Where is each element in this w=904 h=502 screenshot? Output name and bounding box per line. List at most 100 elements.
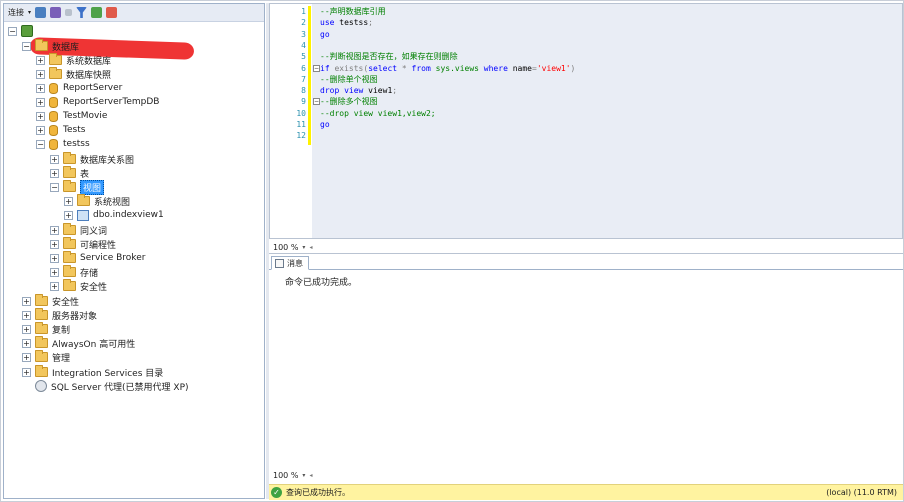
folder-icon: [35, 322, 48, 334]
connect-dropdown-icon[interactable]: ▾: [28, 9, 31, 16]
folder-icon: [35, 336, 48, 348]
folder-icon: [63, 251, 76, 263]
folder-icon: [35, 39, 48, 51]
connect-object-explorer-icon[interactable]: [35, 7, 47, 18]
tree-node-tests[interactable]: + Tests: [36, 123, 85, 137]
tree-node-service-broker[interactable]: + Service Broker: [50, 251, 145, 265]
database-icon: [49, 82, 58, 94]
chevron-down-icon[interactable]: ▾: [302, 472, 305, 479]
server-icon: [21, 25, 33, 37]
line-number-gutter: 1 2 3 4 5 6 7 8 9 10 11 12: [270, 4, 308, 238]
code-line: if exists(select * from sys.views where …: [320, 63, 576, 73]
expand-icon[interactable]: +: [36, 111, 45, 121]
filter-icon[interactable]: [76, 7, 88, 18]
folder-icon: [63, 223, 76, 235]
expand-icon[interactable]: +: [50, 168, 59, 178]
expand-icon[interactable]: +: [64, 210, 73, 220]
expand-icon[interactable]: +: [22, 310, 31, 320]
view-icon: [77, 209, 89, 221]
expand-icon[interactable]: +: [36, 55, 45, 65]
connect-button[interactable]: 连接: [8, 7, 24, 18]
code-line: --drop view view1,view2;: [320, 108, 436, 118]
tree-node-reportservertempdb[interactable]: + ReportServerTempDB: [36, 95, 159, 109]
expand-icon[interactable]: +: [50, 225, 59, 235]
tree-node-views[interactable]: − 视图: [50, 179, 105, 195]
database-icon: [49, 138, 58, 150]
tab-messages[interactable]: 消息: [271, 256, 309, 270]
expand-icon[interactable]: +: [50, 253, 59, 263]
code-line: --删除单个视图: [320, 74, 378, 84]
tree-node-system-views[interactable]: + 系统视图: [64, 194, 130, 208]
chevron-down-icon[interactable]: ▾: [302, 244, 305, 251]
editor-zoom-bar: 100 % ▾ ◂: [269, 241, 903, 253]
expand-icon[interactable]: +: [22, 296, 31, 306]
expand-icon[interactable]: +: [50, 281, 59, 291]
folder-icon: [63, 180, 76, 192]
code-area[interactable]: --声明数据库引用 use testss; go --判断视图是否存在，如果存在…: [312, 4, 902, 238]
database-icon: [49, 124, 58, 136]
tree-node-security[interactable]: + 安全性: [22, 294, 79, 308]
folder-icon: [63, 166, 76, 178]
scroll-left-icon[interactable]: ◂: [309, 472, 312, 479]
tree-node-database-snapshots[interactable]: + 数据库快照: [36, 67, 111, 81]
tree-node-database-diagrams[interactable]: + 数据库关系图: [50, 152, 134, 166]
expand-icon[interactable]: +: [50, 267, 59, 277]
tree-node-programmability[interactable]: + 可编程性: [50, 237, 116, 251]
fold-toggle-icon[interactable]: −: [313, 64, 320, 72]
message-text: 命令已成功完成。: [285, 278, 358, 288]
folder-icon: [63, 237, 76, 249]
folder-icon: [35, 308, 48, 320]
tree-node-testmovie[interactable]: + TestMovie: [36, 109, 107, 123]
tree-node-replication[interactable]: + 复制: [22, 322, 70, 336]
success-check-icon: ✓: [271, 487, 282, 498]
expand-icon[interactable]: +: [50, 239, 59, 249]
tree-node-server-objects[interactable]: + 服务器对象: [22, 308, 97, 322]
tree-node-sql-agent[interactable]: SQL Server 代理(已禁用代理 XP): [22, 379, 189, 393]
collapse-icon[interactable]: −: [8, 26, 17, 36]
expand-icon[interactable]: +: [22, 367, 31, 377]
expand-icon[interactable]: +: [64, 196, 73, 206]
query-status-text: 查询已成功执行。: [286, 488, 350, 497]
tree-node-storage[interactable]: + 存储: [50, 265, 98, 279]
server-info: (local) (11.0 RTM): [826, 488, 897, 497]
results-zoom-select[interactable]: 100 %: [273, 471, 298, 480]
tree-node-testss[interactable]: − testss: [36, 137, 90, 151]
object-explorer-panel: 连接 ▾ − − 数据库 + 系统数据库 + 数据库快照 + ReportSer…: [3, 3, 265, 499]
tree-node-management[interactable]: + 管理: [22, 350, 70, 364]
stop-icon[interactable]: [65, 9, 73, 16]
expand-icon[interactable]: +: [36, 83, 45, 93]
folder-icon: [49, 67, 62, 79]
tree-node-server[interactable]: −: [8, 24, 37, 38]
tree-node-integration-services[interactable]: + Integration Services 目录: [22, 365, 163, 379]
scroll-left-icon[interactable]: ◂: [309, 244, 312, 251]
sql-agent-icon: [35, 380, 47, 392]
tree-node-indexview1[interactable]: + dbo.indexview1: [64, 208, 164, 222]
tree-node-databases[interactable]: − 数据库: [22, 39, 79, 53]
expand-icon[interactable]: +: [36, 69, 45, 79]
results-tabs: 消息: [269, 254, 903, 270]
disconnect-icon[interactable]: [50, 7, 62, 18]
fold-toggle-icon[interactable]: −: [313, 98, 320, 106]
collapse-icon[interactable]: −: [50, 182, 59, 192]
database-icon: [49, 96, 58, 108]
expand-icon[interactable]: +: [22, 324, 31, 334]
tree-node-synonyms[interactable]: + 同义词: [50, 223, 107, 237]
collapse-icon[interactable]: −: [22, 41, 31, 51]
tree-node-alwayson[interactable]: + AlwaysOn 高可用性: [22, 336, 135, 350]
query-editor[interactable]: 1 2 3 4 5 6 7 8 9 10 11 12 --声明数据库引用 use…: [269, 3, 903, 239]
refresh-icon[interactable]: [91, 7, 103, 18]
expand-icon[interactable]: +: [36, 125, 45, 135]
tree-node-reportserver[interactable]: + ReportServer: [36, 81, 122, 95]
expand-icon[interactable]: +: [36, 97, 45, 107]
folder-icon: [63, 279, 76, 291]
code-line: --声明数据库引用: [320, 7, 386, 16]
expand-icon[interactable]: +: [22, 352, 31, 362]
tree-node-tables[interactable]: + 表: [50, 166, 89, 180]
tree-node-db-security[interactable]: + 安全性: [50, 279, 107, 293]
tree-node-system-databases[interactable]: + 系统数据库: [36, 53, 111, 67]
collapse-icon[interactable]: −: [36, 139, 45, 149]
editor-zoom-select[interactable]: 100 %: [273, 243, 298, 252]
expand-icon[interactable]: +: [22, 338, 31, 348]
expand-icon[interactable]: +: [50, 154, 59, 164]
activity-monitor-icon[interactable]: [106, 7, 118, 18]
